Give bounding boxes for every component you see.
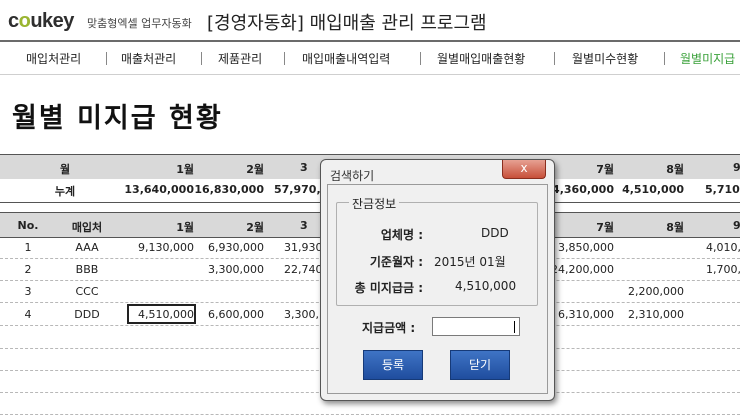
nav-monthly-status[interactable]: 월별매입매출현황: [437, 50, 525, 67]
total-unpaid-label: 총 미지급금 :: [354, 281, 423, 295]
nav-separator: [284, 52, 285, 65]
row-sep[interactable]: 1,700,0: [706, 263, 740, 276]
col-no: No.: [17, 219, 39, 232]
row-no: 1: [24, 241, 32, 254]
nav-product-mgmt[interactable]: 제품관리: [218, 50, 262, 67]
col-jan: 1월: [176, 221, 194, 234]
nav-separator: [106, 52, 107, 65]
logo-subtitle: 맞춤형엑셀 업무자동화: [87, 17, 192, 30]
dialog-body: 잔금정보 업체명 : DDD 기준월자 : 2015년 01월 총 미지급금 :…: [327, 184, 548, 394]
summary-header-mar: 3: [300, 161, 308, 174]
close-button[interactable]: 닫기: [450, 350, 510, 380]
row-aug[interactable]: 2,200,000: [600, 285, 684, 298]
base-month-value: 2015년 01월: [434, 255, 506, 269]
summary-header-sep: 9: [733, 161, 740, 174]
dialog-close-icon[interactable]: x: [502, 160, 546, 179]
summary-header-feb: 2월: [246, 163, 264, 176]
vendor-value: DDD: [481, 226, 509, 240]
row-feb[interactable]: 3,300,000: [180, 263, 264, 276]
summary-header-jul: 7월: [596, 163, 614, 176]
summary-total-label: 누계: [54, 185, 76, 198]
summary-total-feb: 16,830,000: [194, 183, 264, 196]
nav-entry-input[interactable]: 매입매출내역입력: [302, 50, 390, 67]
vendor-label: 업체명 :: [380, 228, 423, 242]
selected-cell-outline[interactable]: [127, 304, 196, 324]
summary-header-aug: 8월: [666, 163, 684, 176]
balance-info-group: 잔금정보 업체명 : DDD 기준월자 : 2015년 01월 총 미지급금 :…: [336, 195, 538, 306]
summary-header-month: 월: [59, 163, 71, 176]
row-feb[interactable]: 6,930,000: [180, 241, 264, 254]
app-title: [경영자동화] 매입매출 관리 프로그램: [207, 13, 487, 34]
row-aug[interactable]: 2,310,000: [600, 308, 684, 321]
row-mar[interactable]: 3,300,: [284, 308, 319, 321]
row-vendor: AAA: [75, 241, 99, 254]
col-jul: 7월: [596, 221, 614, 234]
summary-total-mar: 57,970,: [274, 183, 321, 196]
total-unpaid-value: 4,510,000: [455, 279, 517, 293]
col-mar: 3: [300, 219, 308, 232]
register-button[interactable]: 등록: [363, 350, 423, 380]
row-no: 2: [24, 263, 32, 276]
row-no: 4: [24, 308, 32, 321]
col-feb: 2월: [246, 221, 264, 234]
payment-amount-input[interactable]: [432, 317, 520, 336]
balance-info-title: 잔금정보: [349, 195, 400, 212]
col-sep: 9: [733, 219, 740, 232]
col-aug: 8월: [666, 221, 684, 234]
nav-monthly-payable[interactable]: 월별미지급: [680, 50, 735, 67]
nav-vendor-mgmt[interactable]: 매입처관리: [26, 50, 81, 67]
nav-separator: [664, 52, 665, 65]
nav-separator: [201, 52, 202, 65]
text-caret: [514, 321, 515, 333]
payment-amount-label: 지급금액 :: [362, 321, 416, 335]
summary-total-sep: 5,710,0: [705, 183, 740, 196]
row-vendor: CCC: [75, 285, 99, 298]
main-nav: 매입처관리 매출처관리 제품관리 매입매출내역입력 월별매입매출현황 월별미수현…: [0, 40, 740, 75]
top-bar: coukey 맞춤형엑셀 업무자동화 [경영자동화] 매입매출 관리 프로그램: [0, 0, 740, 40]
row-no: 3: [24, 285, 32, 298]
nav-customer-mgmt[interactable]: 매출처관리: [121, 50, 176, 67]
nav-separator: [554, 52, 555, 65]
dialog-title: 검색하기: [330, 169, 375, 183]
row-sep[interactable]: 4,010,0: [706, 241, 740, 254]
coukey-logo: coukey: [8, 10, 74, 32]
summary-header-jan: 1월: [176, 163, 194, 176]
col-vendor: 매입처: [71, 221, 103, 234]
page-title: 월별 미지급 현황: [12, 103, 223, 134]
search-dialog: 검색하기 x 잔금정보 업체명 : DDD 기준월자 : 2015년 01월 총…: [320, 159, 555, 401]
summary-total-aug: 4,510,000: [622, 183, 684, 196]
nav-separator: [420, 52, 421, 65]
base-month-label: 기준월자 :: [369, 255, 423, 269]
row-vendor: DDD: [74, 308, 100, 321]
row-vendor: BBB: [75, 263, 99, 276]
row-divider: [0, 414, 740, 415]
nav-monthly-receivable[interactable]: 월별미수현황: [572, 50, 638, 67]
